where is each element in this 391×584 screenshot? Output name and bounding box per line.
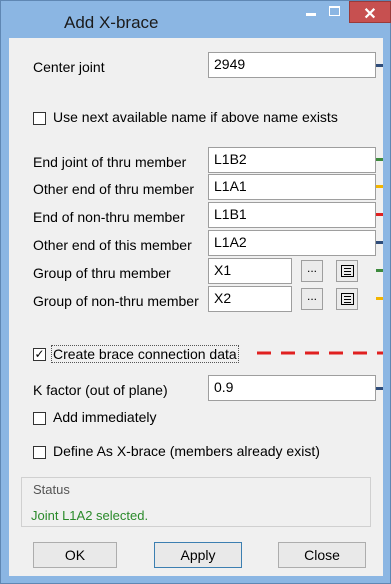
other-end-this-label: Other end of this member	[33, 237, 192, 253]
group-thru-label: Group of thru member	[33, 265, 171, 281]
define-existing-label: Define As X-brace (members already exist…	[53, 443, 320, 459]
title-bar[interactable]: Add X-brace ✕	[1, 1, 391, 37]
center-joint-line-indicator	[376, 64, 383, 67]
define-existing-checkbox[interactable]	[33, 446, 46, 459]
maximize-button[interactable]	[324, 1, 346, 23]
close-button[interactable]: Close	[278, 542, 366, 568]
group-thru-browse-button[interactable]: ...	[301, 260, 323, 282]
ok-button[interactable]: OK	[33, 542, 117, 568]
add-immediately-label: Add immediately	[53, 409, 157, 425]
connection-red-dashed-line	[257, 351, 383, 355]
end-non-thru-label: End of non-thru member	[33, 209, 185, 225]
group-non-thru-input[interactable]: X2	[208, 286, 292, 312]
center-joint-input[interactable]: 2949	[208, 52, 376, 78]
k-factor-input[interactable]: 0.9	[208, 375, 376, 401]
use-next-name-label: Use next available name if above name ex…	[53, 109, 338, 125]
end-joint-thru-line-indicator	[376, 158, 383, 161]
group-non-thru-browse-button[interactable]: ...	[301, 288, 323, 310]
status-message: Joint L1A2 selected.	[31, 508, 149, 523]
use-next-name-checkbox[interactable]	[33, 112, 46, 125]
minimize-button[interactable]	[300, 1, 322, 23]
other-end-thru-input[interactable]: L1A1	[208, 174, 376, 200]
apply-button[interactable]: Apply	[154, 542, 242, 568]
status-title: Status	[31, 482, 72, 497]
k-factor-line-indicator	[376, 387, 383, 390]
group-thru-line-indicator	[376, 269, 383, 272]
add-immediately-checkbox[interactable]	[33, 412, 46, 425]
end-joint-thru-label: End joint of thru member	[33, 154, 187, 170]
end-joint-thru-input[interactable]: L1B2	[208, 147, 376, 173]
dialog-window: Add X-brace ✕ Center joint 2949 Use next…	[0, 0, 391, 584]
close-window-button[interactable]: ✕	[349, 1, 391, 23]
create-connection-label: Create brace connection data	[51, 345, 239, 363]
other-end-thru-label: Other end of thru member	[33, 181, 195, 197]
end-non-thru-input[interactable]: L1B1	[208, 202, 376, 228]
group-thru-list-button[interactable]	[336, 260, 358, 282]
group-thru-input[interactable]: X1	[208, 258, 292, 284]
group-non-thru-list-button[interactable]	[336, 288, 358, 310]
dialog-body: Center joint 2949 Use next available nam…	[9, 38, 383, 576]
other-end-this-input[interactable]: L1A2	[208, 230, 376, 256]
k-factor-label: K factor (out of plane)	[33, 382, 168, 398]
list-icon	[341, 293, 354, 305]
close-icon: ✕	[363, 6, 377, 23]
end-non-thru-line-indicator	[376, 213, 383, 216]
list-icon	[341, 265, 354, 277]
window-title: Add X-brace	[64, 13, 159, 32]
other-end-thru-line-indicator	[376, 185, 383, 188]
center-joint-label: Center joint	[33, 59, 105, 75]
group-non-thru-label: Group of non-thru member	[33, 293, 199, 309]
other-end-this-line-indicator	[376, 241, 383, 244]
create-connection-checkbox[interactable]: ✓	[33, 348, 46, 361]
group-non-thru-line-indicator	[376, 297, 383, 300]
